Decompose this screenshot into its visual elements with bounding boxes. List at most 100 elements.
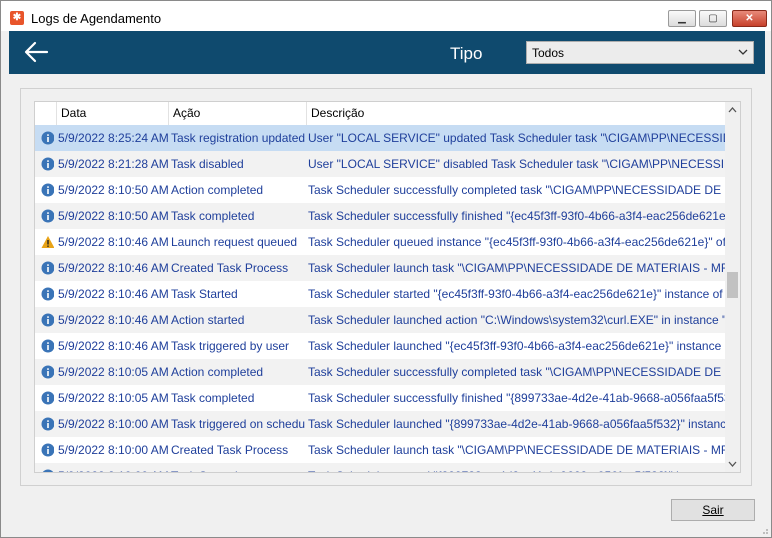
close-button[interactable]: ✕ — [732, 10, 767, 27]
row-icon-cell — [38, 411, 54, 437]
table-row[interactable]: 5/9/2022 8:10:05 AM Task completed Task Sc… — [35, 385, 725, 411]
info-icon — [41, 339, 54, 353]
table-row[interactable]: 5/9/2022 8:10:05 AM Action completed Task … — [35, 359, 725, 385]
row-acao-cell: Action completed — [171, 365, 264, 379]
row-icon-cell — [38, 151, 54, 177]
table-row[interactable]: 5/9/2022 8:10:46 AM Task triggered by use… — [35, 333, 725, 359]
maximize-button[interactable]: ▢ — [699, 10, 727, 27]
scroll-up-icon[interactable] — [725, 102, 740, 119]
info-icon — [41, 261, 54, 275]
row-acao-cell: Action started — [171, 313, 245, 327]
row-data-cell: 5/9/2022 8:10:05 AM — [58, 391, 168, 405]
row-icon-cell — [38, 177, 54, 203]
info-icon — [41, 391, 54, 405]
window-title: Logs de Agendamento — [31, 11, 162, 26]
row-data-cell: 5/9/2022 8:10:05 AM — [58, 365, 168, 379]
info-icon — [41, 209, 54, 223]
row-data-cell: 5/9/2022 8:10:46 AM — [58, 261, 168, 275]
table-row[interactable]: 5/9/2022 8:10:46 AM Task Started Task Sche… — [35, 281, 725, 307]
chevron-down-icon — [738, 49, 748, 55]
row-data-cell: 5/9/2022 8:10:50 AM — [58, 183, 168, 197]
row-acao-cell: Task Started — [171, 463, 305, 472]
vertical-scrollbar[interactable] — [725, 102, 740, 472]
row-icon-cell — [38, 307, 54, 333]
row-descricao-cell: Task Scheduler queued instance "{ec45f3f… — [308, 235, 725, 249]
resize-grip-icon[interactable] — [759, 525, 769, 535]
warning-icon — [41, 236, 54, 248]
scroll-down-icon[interactable] — [725, 455, 740, 472]
row-acao-cell: Launch request queued — [171, 235, 298, 249]
header-descricao[interactable]: Descrição — [306, 102, 725, 125]
header-acao[interactable]: Ação — [168, 102, 306, 125]
row-icon-cell — [38, 125, 54, 151]
row-icon-cell — [38, 281, 54, 307]
row-acao-cell: Task completed — [171, 391, 255, 405]
row-descricao-cell: Task Scheduler launched "{ec45f3ff-93f0-… — [308, 339, 725, 353]
row-acao-cell: Created Task Process — [171, 261, 289, 275]
table-row[interactable]: 5/9/2022 8:10:00 AM Created Task Process T… — [35, 437, 725, 463]
back-arrow-icon[interactable] — [23, 40, 49, 64]
row-data-cell: 5/9/2022 8:10:46 AM — [58, 339, 168, 353]
title-bar[interactable]: ✱ Logs de Agendamento ▁ ▢ ✕ — [1, 1, 771, 31]
header-data[interactable]: Data — [56, 102, 169, 125]
row-acao-cell: Task triggered on scheduler — [171, 417, 305, 431]
scroll-thumb[interactable] — [727, 272, 738, 298]
row-acao-cell: Task triggered by user — [171, 339, 290, 353]
app-logo-icon: ✱ — [10, 11, 24, 25]
row-icon-cell — [38, 229, 54, 255]
row-data-cell: 5/9/2022 8:21:28 AM — [58, 157, 168, 171]
table-row[interactable]: 5/9/2022 8:21:28 AM Task disabled User "LO… — [35, 151, 725, 177]
tipo-select[interactable]: Todos — [526, 41, 754, 64]
minimize-button[interactable]: ▁ — [668, 10, 696, 27]
row-acao-cell: Task disabled — [171, 157, 244, 171]
row-descricao-cell: Task Scheduler successfully finished "{8… — [308, 391, 725, 405]
sair-button-label: Sair — [702, 503, 724, 517]
logs-window: ✱ Logs de Agendamento ▁ ▢ ✕ Tipo Todos D… — [0, 0, 772, 538]
row-descricao-cell: Task Scheduler launched action "C:\Windo… — [308, 313, 725, 327]
info-icon — [41, 157, 54, 171]
row-descricao-cell: Task Scheduler launch task "\CIGAM\PP\NE… — [308, 443, 725, 457]
info-icon — [41, 183, 54, 197]
row-data-cell: 5/9/2022 8:10:50 AM — [58, 209, 168, 223]
info-icon — [41, 417, 54, 431]
table-row[interactable]: 5/9/2022 8:10:50 AM Task completed Task Sc… — [35, 203, 725, 229]
row-descricao-cell: Task Scheduler successfully completed ta… — [308, 183, 725, 197]
tipo-select-value: Todos — [532, 46, 565, 60]
sair-button[interactable]: Sair — [671, 499, 755, 521]
row-icon-cell — [38, 203, 54, 229]
row-data-cell: 5/9/2022 8:10:00 AM — [58, 443, 168, 457]
row-data-cell: 5/9/2022 8:25:24 AM — [58, 131, 168, 145]
row-descricao-cell: Task Scheduler successfully finished "{e… — [308, 209, 725, 223]
row-descricao-cell: Task Scheduler launch task "\CIGAM\PP\NE… — [308, 261, 725, 275]
row-descricao-cell: Task Scheduler launched "{899733ae-4d2e-… — [308, 417, 725, 431]
row-acao-cell: Action completed — [171, 183, 264, 197]
table-row[interactable]: 5/9/2022 8:10:46 AM Created Task Process T… — [35, 255, 725, 281]
row-data-cell: 5/9/2022 8:10:46 AM — [58, 235, 168, 249]
row-descricao-cell: Task Scheduler started "{ec45f3ff-93f0-4… — [308, 287, 725, 301]
info-icon — [41, 287, 54, 301]
header-bar: Tipo Todos — [9, 31, 765, 74]
row-acao-cell: Task registration updated — [171, 131, 305, 145]
grid-header: Data Ação Descrição — [35, 102, 725, 126]
row-descricao-cell: Task Scheduler started "{899733ae-4d2e-4… — [308, 463, 725, 472]
table-row[interactable]: 5/9/2022 8:10:00 AMTask StartedTask Sche… — [35, 463, 725, 472]
table-row[interactable]: 5/9/2022 8:10:46 AM Launch request queued… — [35, 229, 725, 255]
row-descricao-cell: User "LOCAL SERVICE" disabled Task Sched… — [308, 157, 725, 171]
row-descricao-cell: Task Scheduler successfully completed ta… — [308, 365, 725, 379]
table-row[interactable]: 5/9/2022 8:10:50 AM Action completed Task … — [35, 177, 725, 203]
row-acao-cell: Created Task Process — [171, 443, 289, 457]
header-icon-column[interactable] — [35, 102, 58, 125]
row-icon-cell — [38, 333, 54, 359]
log-grid[interactable]: Data Ação Descrição 5/9/2022 8:25:24 AM T… — [34, 101, 741, 473]
table-row[interactable]: 5/9/2022 8:10:00 AM Task triggered on sch… — [35, 411, 725, 437]
row-icon-cell — [38, 359, 54, 385]
row-data-cell: 5/9/2022 8:10:46 AM — [58, 313, 168, 327]
row-data-cell: 5/9/2022 8:10:46 AM — [58, 287, 168, 301]
table-row[interactable]: 5/9/2022 8:25:24 AM Task registration upd… — [35, 125, 725, 151]
table-row[interactable]: 5/9/2022 8:10:46 AM Action started Task Sc… — [35, 307, 725, 333]
info-icon — [42, 469, 54, 472]
row-icon-cell — [38, 437, 54, 463]
row-icon-cell — [38, 463, 54, 472]
grid-rows: 5/9/2022 8:25:24 AM Task registration upd… — [35, 125, 725, 472]
tipo-label: Tipo — [450, 44, 483, 63]
